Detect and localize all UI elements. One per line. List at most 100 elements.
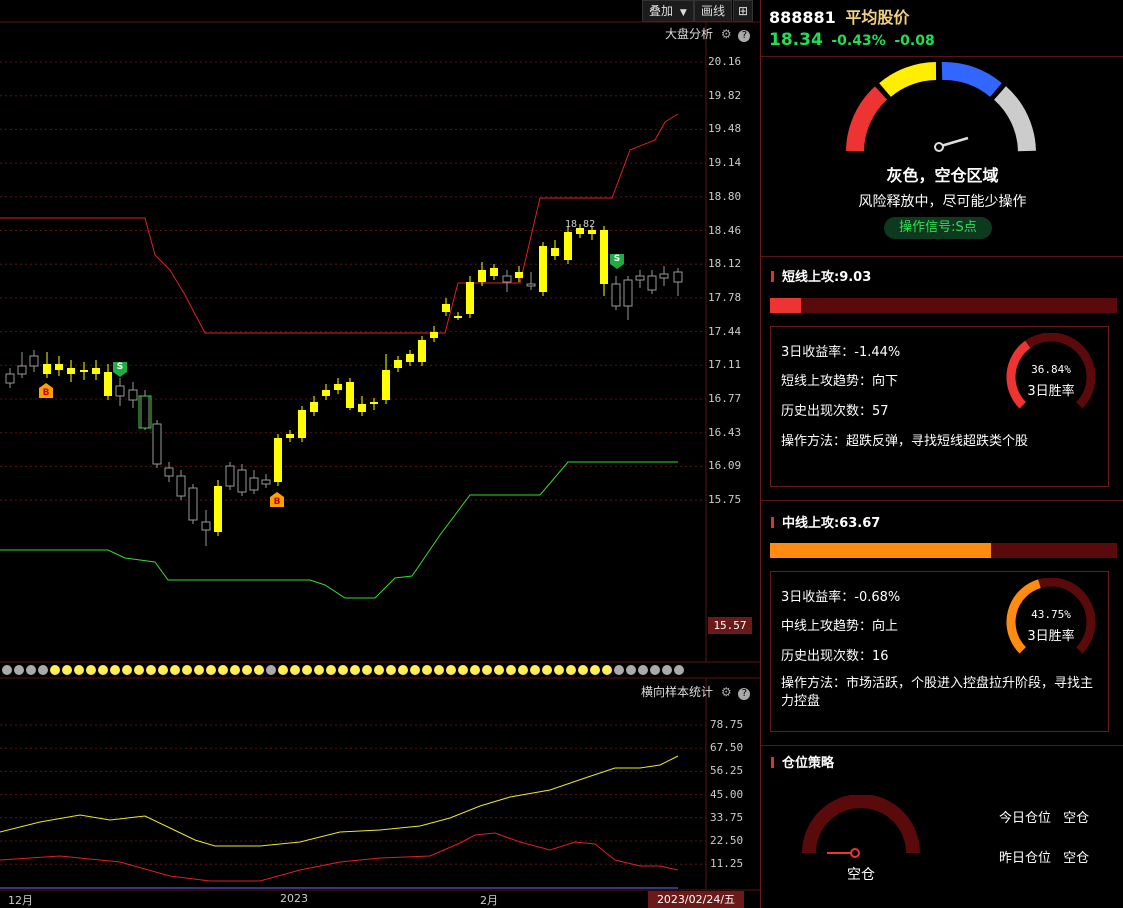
market-analysis-label[interactable]: 大盘分析 ⚙ ? xyxy=(665,25,751,42)
signal-dot xyxy=(26,665,36,675)
zone-gauge xyxy=(846,61,1036,152)
candle-body xyxy=(382,370,390,400)
candle-body xyxy=(322,390,330,396)
candle-body xyxy=(588,230,596,234)
candle-body xyxy=(176,475,186,497)
help-icon[interactable]: ? xyxy=(738,688,751,700)
signal-dot xyxy=(542,665,552,675)
signal-dot xyxy=(638,665,648,675)
candle-body xyxy=(43,364,51,374)
price-axis-label: 19.82 xyxy=(708,88,742,102)
signal-dot xyxy=(74,665,84,675)
signal-dot xyxy=(182,665,192,675)
help-icon[interactable]: ? xyxy=(738,30,751,42)
sub-grid xyxy=(0,724,706,865)
candle-body xyxy=(430,332,438,338)
gear-icon[interactable]: ⚙ xyxy=(721,685,732,699)
sub-yellow-line xyxy=(0,755,679,847)
gear-icon[interactable]: ⚙ xyxy=(721,27,732,41)
signal-dot xyxy=(206,665,216,675)
change-value: -0.08 xyxy=(894,33,935,49)
zone-title: 灰色，空仓区域 xyxy=(886,166,999,185)
signal-dot xyxy=(266,665,276,675)
sub-axis-label: 56.25 xyxy=(710,764,744,778)
sub-axis-label: 67.50 xyxy=(710,741,744,755)
short-term-progress xyxy=(770,298,1117,313)
mid-term-progress-fill xyxy=(770,543,991,558)
candle-body xyxy=(623,279,633,307)
mid-term-title: 中线上攻:63.67 xyxy=(771,512,880,531)
signal-dot xyxy=(326,665,336,675)
signal-dot xyxy=(254,665,264,675)
market-analysis-text: 大盘分析 xyxy=(665,27,714,41)
candle-body xyxy=(164,467,174,477)
chart-panel[interactable]: 叠加 ▼ 画线 ⊞ 大盘分析 ⚙ ? 20.16 19.82 19.48 19.14 1… xyxy=(0,0,760,908)
price-axis-label: 17.44 xyxy=(708,324,742,338)
candle-body xyxy=(128,389,138,401)
short-term-ret3: 3日收益率：-1.44% xyxy=(781,345,901,360)
signal-dot xyxy=(530,665,540,675)
signal-dot xyxy=(614,665,624,675)
change-percent: -0.43% xyxy=(831,33,886,49)
today-position: 今日仓位 空仓 xyxy=(999,807,1089,826)
signal-dot xyxy=(230,665,240,675)
signal-dot xyxy=(218,665,228,675)
candle-body xyxy=(152,423,162,465)
signal-dot xyxy=(662,665,672,675)
price-axis-label: 20.16 xyxy=(708,55,742,68)
short-term-count: 历史出现次数：57 xyxy=(781,404,889,419)
sub-red-line xyxy=(0,832,679,882)
signal-dot xyxy=(674,665,684,675)
signal-dot xyxy=(458,665,468,675)
lower-band-line xyxy=(0,461,678,599)
divider xyxy=(761,500,1123,501)
short-term-title: 短线上攻:9.03 xyxy=(771,266,871,285)
candle-body xyxy=(214,486,222,532)
price-axis-label: 16.09 xyxy=(708,459,742,473)
candle-body xyxy=(140,395,150,429)
current-price-tag: 15.57 xyxy=(708,617,752,634)
main-chart-svg xyxy=(0,21,760,891)
signal-dot xyxy=(590,665,600,675)
candle-body xyxy=(564,232,572,260)
candle-body xyxy=(274,438,282,482)
signal-dot xyxy=(446,665,456,675)
price-axis-label: 17.11 xyxy=(708,358,742,372)
signal-dot xyxy=(146,665,156,675)
stock-code: 888881 xyxy=(769,8,836,27)
short-term-winrate-label: 3日胜率 xyxy=(1027,384,1075,399)
candle-body xyxy=(92,368,100,374)
sell-marker: S xyxy=(113,362,127,377)
price-axis-label: 19.14 xyxy=(708,156,742,170)
signal-dot xyxy=(122,665,132,675)
candle-body xyxy=(5,373,15,384)
right-panel: 888881 平均股价 18.34 -0.43% -0.08 灰色，空仓区域 风… xyxy=(760,0,1123,908)
candle-body xyxy=(115,385,125,397)
candle-body xyxy=(261,479,271,485)
sub-chart-title: 横向样本统计 xyxy=(641,685,714,699)
candle-body xyxy=(286,434,294,438)
buy-marker: B xyxy=(39,383,53,398)
today-position-label: 今日仓位 xyxy=(999,811,1052,826)
signal-dot xyxy=(554,665,564,675)
candle-body xyxy=(406,354,414,362)
current-price: 18.34 xyxy=(769,30,823,50)
position-gauge xyxy=(802,795,920,858)
candle-body xyxy=(635,275,645,281)
buy-marker-text: B xyxy=(39,388,53,398)
signal-dot xyxy=(602,665,612,675)
yesterday-position: 昨日仓位 空仓 xyxy=(999,847,1089,866)
signal-dot xyxy=(302,665,312,675)
signal-dot xyxy=(398,665,408,675)
candle-body xyxy=(673,271,683,283)
sub-chart-header[interactable]: 横向样本统计 ⚙ ? xyxy=(641,683,751,700)
price-axis-label: 15.75 xyxy=(708,493,742,507)
price-axis-label: 18.46 xyxy=(708,223,742,237)
candle-body xyxy=(358,404,366,412)
price-axis-label: 18.80 xyxy=(708,189,742,203)
candle-body xyxy=(454,316,462,318)
sell-marker-text: S xyxy=(113,362,127,372)
signal-dot xyxy=(626,665,636,675)
short-term-trend: 短线上攻趋势：向下 xyxy=(781,374,899,389)
candle-body xyxy=(478,270,486,282)
